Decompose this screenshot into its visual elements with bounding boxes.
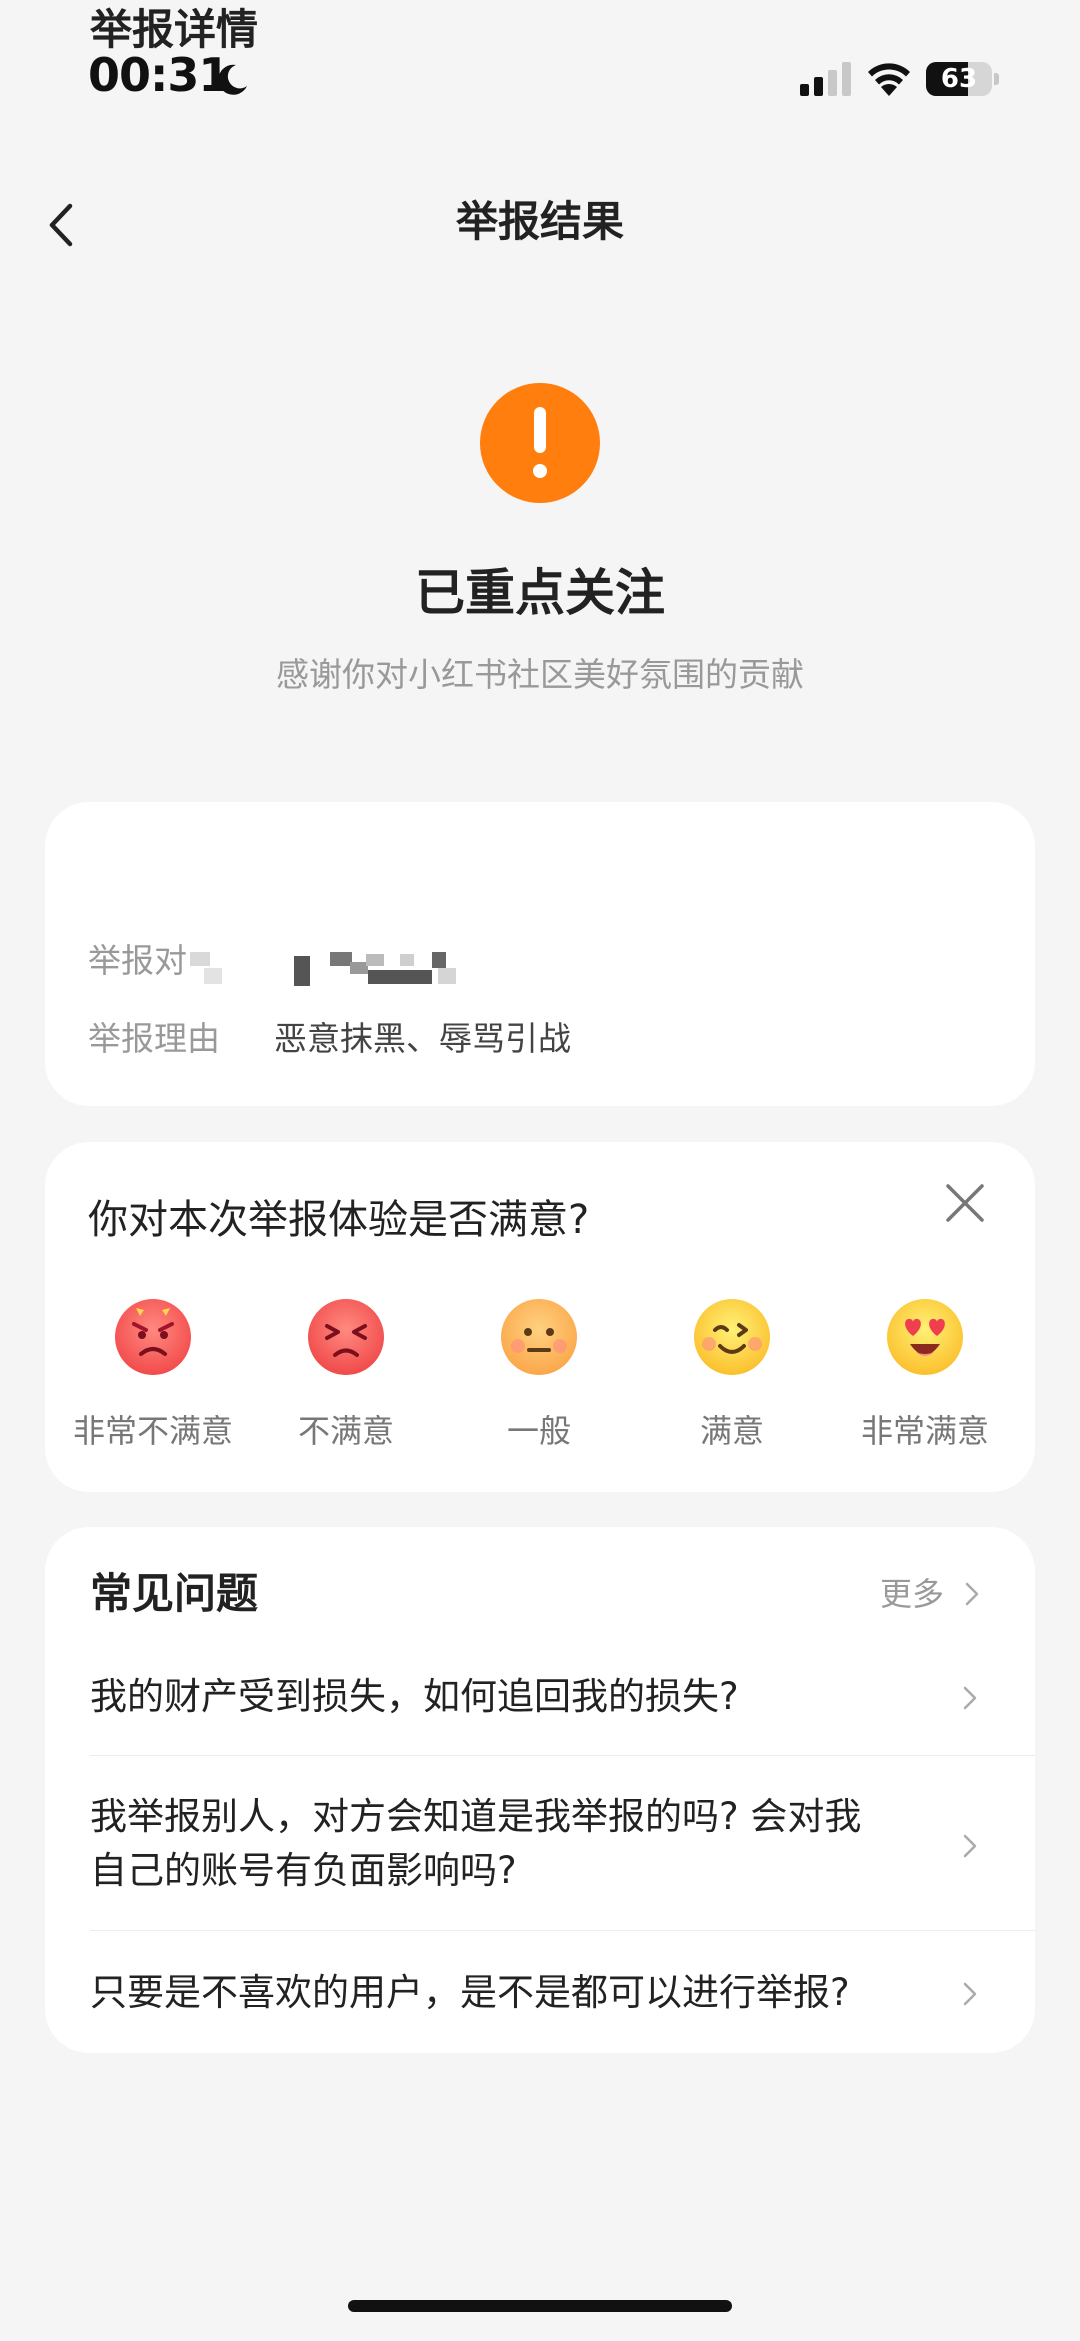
survey-question: 你对本次举报体验是否满意? [88, 1197, 590, 1243]
chevron-right-icon [963, 1982, 977, 2006]
rating-satisfied[interactable]: 满意 [632, 1290, 832, 1460]
result-title: 已重点关注 [415, 564, 665, 622]
faq-item-report-disliked-user[interactable]: 只要是不喜欢的用户，是不是都可以进行举报? [90, 1966, 910, 2020]
report-reason-label: 举报理由 [88, 1019, 220, 1058]
report-target-label: 举报对 [88, 941, 187, 980]
rating-label: 非常不满意 [72, 1412, 233, 1450]
rating-label: 满意 [699, 1412, 764, 1450]
dissatisfied-emoji-icon [308, 1299, 384, 1375]
rating-label: 一般 [506, 1412, 571, 1450]
close-icon[interactable] [940, 1178, 990, 1228]
faq-item-property-loss[interactable]: 我的财产受到损失，如何追回我的损失? [90, 1670, 910, 1724]
faq-more-link[interactable]: 更多 [880, 1570, 944, 1618]
cellular-signal-icon [800, 62, 851, 96]
faq-item-reporter-privacy[interactable]: 我举报别人，对方会知道是我举报的吗? 会对我 自己的账号有负面影响吗? [90, 1790, 910, 1898]
page-title: 举报结果 [455, 197, 624, 246]
report-reason-value: 恶意抹黑、辱骂引战 [274, 1019, 571, 1058]
battery-cap [994, 73, 999, 85]
result-subtitle: 感谢你对小红书社区美好氛围的贡献 [276, 655, 804, 694]
satisfied-emoji-icon [694, 1299, 770, 1375]
rating-label: 非常满意 [860, 1412, 989, 1450]
faq-title: 常见问题 [90, 1569, 259, 1618]
moon-icon [218, 64, 247, 95]
rating-very-satisfied[interactable]: 非常满意 [825, 1290, 1025, 1460]
faq-question: 只要是不喜欢的用户，是不是都可以进行举报? [90, 1971, 850, 2014]
faq-question: 我的财产受到损失，如何追回我的损失? [90, 1675, 739, 1718]
faq-question-line: 我举报别人，对方会知道是我举报的吗? 会对我 [90, 1795, 862, 1838]
exclamation-icon [480, 383, 600, 503]
report-detail-title: 举报详情 [90, 5, 259, 54]
redacted-report-target [190, 950, 480, 990]
rating-label: 不满意 [297, 1412, 394, 1450]
chevron-right-icon [963, 1686, 977, 1710]
battery-percent: 63 [940, 64, 978, 94]
very-dissatisfied-emoji-icon [115, 1299, 191, 1375]
rating-neutral[interactable]: 一般 [439, 1290, 639, 1460]
chevron-right-icon [965, 1582, 979, 1606]
rating-very-dissatisfied[interactable]: 非常不满意 [53, 1290, 253, 1460]
wifi-icon [868, 63, 910, 96]
chevron-right-icon [963, 1834, 977, 1858]
neutral-emoji-icon [501, 1299, 577, 1375]
home-indicator[interactable] [348, 2300, 732, 2312]
very-satisfied-emoji-icon [887, 1299, 963, 1375]
faq-divider [90, 1930, 1035, 1931]
faq-divider [90, 1755, 1035, 1756]
battery-indicator: 63 [926, 62, 992, 96]
rating-dissatisfied[interactable]: 不满意 [246, 1290, 446, 1460]
faq-question-line: 自己的账号有负面影响吗? [90, 1849, 517, 1892]
